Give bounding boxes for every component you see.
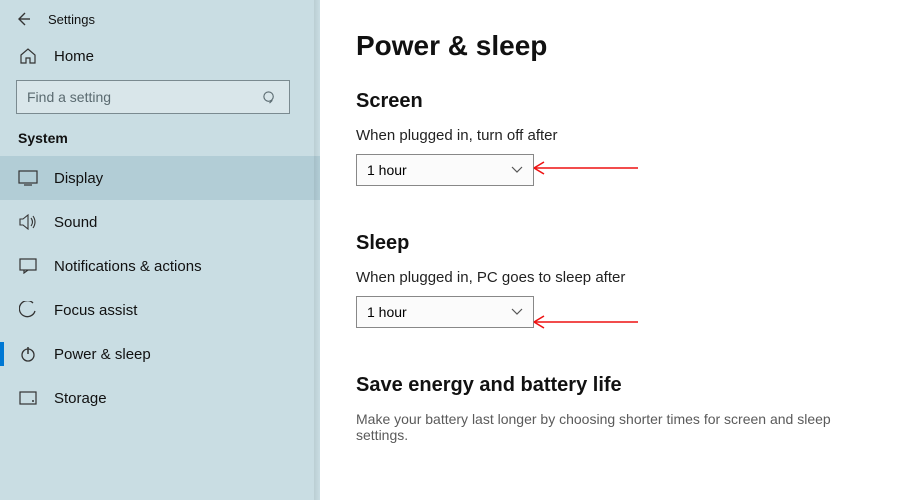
sidebar-item-display[interactable]: Display bbox=[0, 156, 320, 200]
screen-section-title: Screen bbox=[356, 90, 867, 113]
sleep-section-title: Sleep bbox=[356, 232, 867, 255]
search-box[interactable] bbox=[16, 80, 290, 114]
sidebar-item-label: Focus assist bbox=[54, 302, 137, 319]
window-title: Settings bbox=[48, 12, 95, 27]
page-title: Power & sleep bbox=[356, 30, 867, 62]
home-icon bbox=[18, 46, 38, 66]
sidebar-item-label: Storage bbox=[54, 390, 107, 407]
sound-icon bbox=[18, 212, 38, 232]
notifications-icon bbox=[18, 256, 38, 276]
screen-timeout-value: 1 hour bbox=[367, 162, 407, 178]
sidebar-item-storage[interactable]: Storage bbox=[0, 376, 320, 420]
search-input[interactable] bbox=[27, 89, 257, 105]
sidebar: Settings Home System Display Sound Not bbox=[0, 0, 320, 500]
sleep-timeout-dropdown[interactable]: 1 hour bbox=[356, 296, 534, 328]
sleep-field-label: When plugged in, PC goes to sleep after bbox=[356, 269, 867, 286]
save-energy-title: Save energy and battery life bbox=[356, 374, 867, 397]
home-nav[interactable]: Home bbox=[0, 36, 320, 76]
focus-assist-icon bbox=[18, 300, 38, 320]
search-icon bbox=[259, 87, 279, 107]
sidebar-item-notifications[interactable]: Notifications & actions bbox=[0, 244, 320, 288]
display-icon bbox=[18, 168, 38, 188]
back-button[interactable] bbox=[14, 10, 32, 28]
main-content: Power & sleep Screen When plugged in, tu… bbox=[320, 0, 903, 500]
annotation-arrow bbox=[520, 156, 640, 180]
screen-field-label: When plugged in, turn off after bbox=[356, 127, 867, 144]
sidebar-item-label: Power & sleep bbox=[54, 346, 151, 363]
save-energy-desc: Make your battery last longer by choosin… bbox=[356, 411, 867, 443]
power-icon bbox=[18, 344, 38, 364]
home-label: Home bbox=[54, 48, 94, 65]
sidebar-item-power-sleep[interactable]: Power & sleep bbox=[0, 332, 320, 376]
sidebar-item-label: Display bbox=[54, 170, 103, 187]
screen-timeout-dropdown[interactable]: 1 hour bbox=[356, 154, 534, 186]
arrow-left-icon bbox=[15, 11, 31, 27]
sidebar-item-label: Notifications & actions bbox=[54, 258, 202, 275]
sidebar-item-sound[interactable]: Sound bbox=[0, 200, 320, 244]
storage-icon bbox=[18, 388, 38, 408]
annotation-arrow bbox=[520, 310, 640, 334]
sleep-timeout-value: 1 hour bbox=[367, 304, 407, 320]
sidebar-item-focus-assist[interactable]: Focus assist bbox=[0, 288, 320, 332]
sidebar-item-label: Sound bbox=[54, 214, 97, 231]
category-label: System bbox=[0, 124, 320, 156]
